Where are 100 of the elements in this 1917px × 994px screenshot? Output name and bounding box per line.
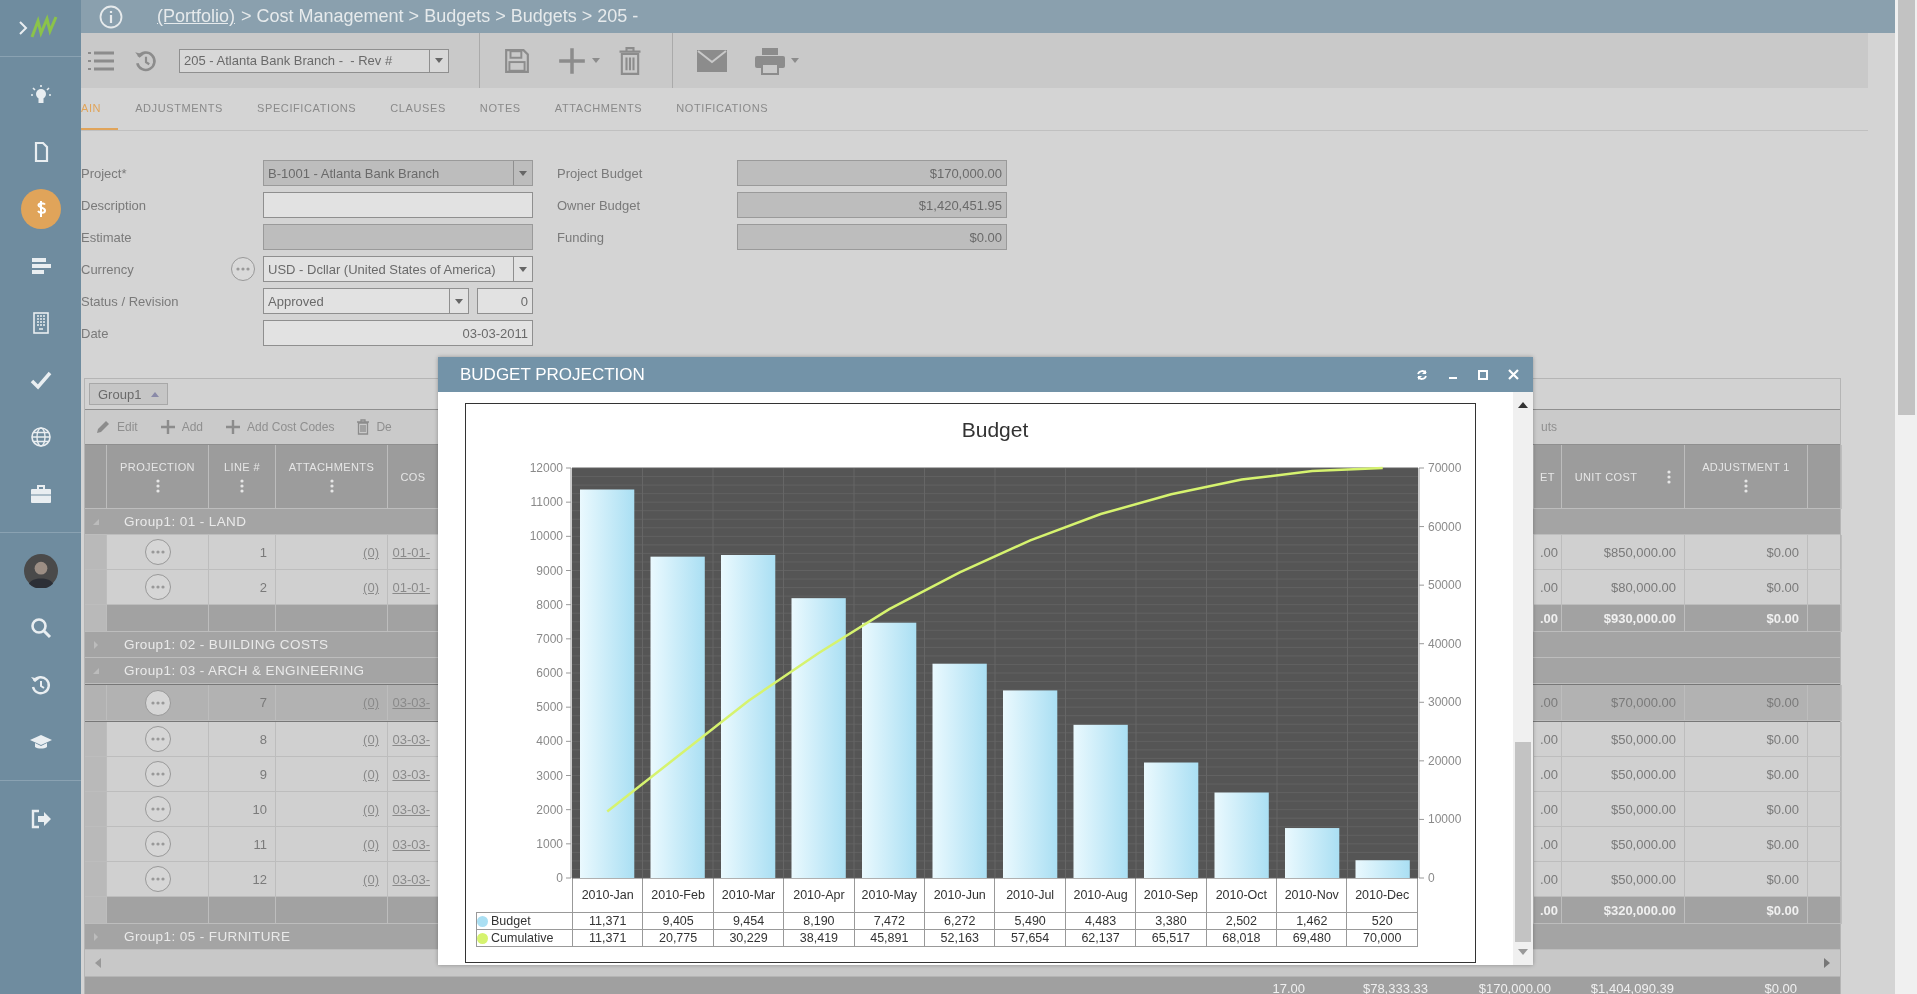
more-button[interactable] [144, 761, 171, 787]
scrollbar-thumb[interactable] [1515, 742, 1531, 942]
globe-icon [28, 425, 53, 449]
attachments-link[interactable]: (0) [363, 801, 379, 817]
dropdown-caret-icon [435, 58, 443, 63]
more-button[interactable] [144, 831, 171, 857]
column-header[interactable]: PROJECTION [120, 460, 195, 473]
add-icon[interactable] [558, 46, 586, 75]
expanded-triangle-icon[interactable] [92, 666, 100, 675]
attachments-link[interactable]: (0) [363, 731, 379, 747]
more-button[interactable] [144, 689, 171, 716]
collapsed-triangle-icon[interactable] [92, 932, 100, 941]
save-icon[interactable] [504, 47, 530, 74]
category-label: 2010-Oct [1215, 888, 1268, 902]
refresh-icon[interactable] [1416, 368, 1428, 381]
more-button[interactable] [144, 539, 171, 565]
select-field[interactable]: Approved [263, 288, 469, 314]
toolbar-button[interactable]: uts [1541, 420, 1557, 434]
kebab-icon[interactable] [1667, 469, 1672, 484]
row-selector-cell[interactable] [85, 827, 107, 862]
trash-icon[interactable] [618, 46, 642, 75]
lookup-button[interactable] [231, 257, 255, 281]
maximize-icon[interactable] [1478, 369, 1488, 380]
more-button[interactable] [144, 726, 171, 752]
nav-button[interactable] [20, 189, 61, 229]
column-header[interactable]: ATTACHMENTS [288, 460, 375, 473]
printer-icon[interactable] [755, 46, 785, 75]
column-header[interactable]: ADJUSTMENT 1 [1702, 460, 1790, 473]
more-button[interactable] [144, 796, 171, 822]
cost-code-link[interactable]: 01-01- [386, 579, 430, 595]
date-field[interactable]: 03-03-2011 [263, 320, 533, 346]
tab[interactable]: SPECIFICATIONS [240, 88, 374, 130]
vertical-scrollbar[interactable] [1895, 0, 1917, 994]
table-cell: $0.00 [1766, 766, 1799, 782]
cost-code-link[interactable]: 01-01- [386, 544, 430, 560]
row-selector-cell[interactable] [85, 862, 107, 897]
axis-tick-label: 2000 [536, 802, 563, 817]
row-selector-cell[interactable] [85, 792, 107, 827]
tab[interactable]: ADJUSTMENTS [118, 88, 241, 130]
caret-icon[interactable] [592, 58, 600, 63]
attachments-link[interactable]: (0) [363, 544, 379, 560]
kebab-icon[interactable] [1744, 478, 1748, 493]
caret-icon[interactable] [791, 58, 799, 63]
data-table-cell: 69,480 [1292, 931, 1331, 945]
close-icon[interactable] [1508, 369, 1519, 380]
group-by-chip[interactable]: Group1 [89, 383, 169, 405]
attachments-link[interactable]: (0) [363, 766, 379, 782]
field-label: Description [81, 197, 147, 213]
tab[interactable]: CLAUSES [373, 88, 463, 130]
breadcrumb-link[interactable]: (Portfolio) [157, 6, 236, 27]
table-cell: $0.00 [1766, 871, 1799, 887]
expanded-triangle-icon[interactable] [92, 517, 100, 526]
toolbar-button[interactable]: Edit [95, 419, 138, 435]
row-selector-cell[interactable] [85, 757, 107, 792]
attachments-link[interactable]: (0) [363, 836, 379, 852]
cost-code-link[interactable]: 03-03- [386, 766, 430, 782]
toolbar-button[interactable]: Add Cost Codes [225, 419, 335, 435]
input-field[interactable] [263, 192, 533, 218]
column-header[interactable]: UNIT COST [1574, 470, 1638, 483]
row-selector-cell[interactable] [85, 570, 107, 605]
cost-code-link[interactable]: 03-03- [386, 871, 430, 887]
history-icon [28, 673, 53, 697]
row-selector-cell[interactable] [85, 685, 107, 721]
select-field[interactable]: USD - Dcllar (United States of America) [263, 256, 533, 282]
attachments-link[interactable]: (0) [363, 579, 379, 595]
cost-code-link[interactable]: 03-03- [386, 801, 430, 817]
info-icon[interactable] [99, 4, 123, 29]
cost-code-link[interactable]: 03-03- [386, 836, 430, 852]
column-header[interactable]: COS [400, 470, 426, 483]
kebab-icon[interactable] [155, 478, 160, 493]
number-field[interactable]: 0 [477, 288, 533, 314]
toolbar-button[interactable]: Add [159, 419, 204, 435]
tab[interactable]: AIN [81, 88, 119, 130]
data-table-cell: 52,163 [940, 931, 979, 945]
scrollbar-thumb[interactable] [1898, 0, 1915, 415]
scroll-right-icon[interactable] [1824, 958, 1830, 968]
record-select[interactable]: 205 - Atlanta Bank Branch - - Rev # [179, 48, 449, 73]
mail-icon[interactable] [697, 49, 727, 72]
axis-tick-label: 8000 [536, 597, 563, 612]
tab[interactable]: ATTACHMENTS [537, 88, 660, 130]
scroll-left-icon[interactable] [95, 958, 101, 968]
column-header[interactable]: ET [1540, 470, 1555, 483]
more-button[interactable] [144, 574, 171, 600]
toolbar-button[interactable]: De [356, 419, 392, 435]
kebab-icon[interactable] [240, 478, 244, 493]
tab[interactable]: NOTIFICATIONS [659, 88, 786, 130]
scroll-up-icon[interactable] [1518, 402, 1528, 408]
more-button[interactable] [144, 866, 171, 892]
cost-code-link[interactable]: 03-03- [386, 731, 430, 747]
data-table-cell: 11,371 [589, 914, 627, 928]
data-table-cell: 3,380 [1155, 914, 1187, 928]
tab[interactable]: NOTES [462, 88, 538, 130]
row-selector-cell[interactable] [85, 722, 107, 757]
column-header[interactable]: LINE # [224, 460, 260, 473]
dialog-scrollbar[interactable] [1513, 392, 1533, 965]
attachments-link[interactable]: (0) [363, 871, 379, 887]
table-cell: $0.00 [1766, 836, 1799, 852]
collapsed-triangle-icon[interactable] [92, 640, 100, 649]
row-selector-cell[interactable] [85, 535, 107, 570]
kebab-icon[interactable] [329, 478, 334, 493]
